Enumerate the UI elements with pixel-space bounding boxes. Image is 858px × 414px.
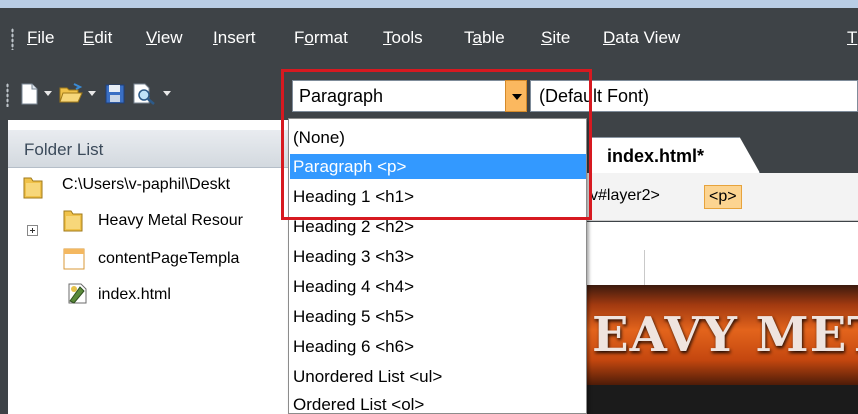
open-folder-icon[interactable] [58,82,84,106]
dropdown-option-heading-3[interactable]: Heading 3 <h3> [290,244,586,269]
template-page-icon [63,248,85,270]
dropdown-option-unordered-list[interactable]: Unordered List <ul> [290,364,586,389]
tag-crumb-layer2[interactable]: v#layer2> [586,185,664,207]
save-icon[interactable] [104,82,126,106]
tree-expand-icon[interactable] [27,225,38,236]
menu-data-view[interactable]: Data View [603,28,680,48]
menu-grip[interactable] [11,28,14,50]
new-page-icon[interactable] [18,82,40,106]
tree-item-index-html[interactable]: index.html [98,286,171,304]
tree-item-content-page-template[interactable]: contentPageTempla [98,250,239,268]
heavy-metal-banner-image: EAVY MET [586,285,858,385]
menu-tools[interactable]: Tools [383,28,423,48]
dropdown-option-heading-4[interactable]: Heading 4 <h4> [290,274,586,299]
menu-truncated[interactable]: T [847,28,857,48]
menu-view[interactable]: View [146,28,183,48]
menu-bar: File Edit View Insert Format Tools Table… [0,8,858,70]
menu-file[interactable]: File [27,28,54,48]
folder-list-header: Folder List [8,130,292,168]
html-file-icon [68,283,87,304]
window-top-strip [0,0,858,8]
banner-bottom-strip [586,385,858,414]
toolbar-grip[interactable] [6,83,9,107]
preview-dropdown-arrow-icon[interactable] [163,91,171,96]
dropdown-option-heading-5[interactable]: Heading 5 <h5> [290,304,586,329]
menu-edit[interactable]: Edit [83,28,112,48]
red-highlight-annotation [281,69,592,220]
tab-index-html[interactable]: index.html* [590,137,760,173]
tab-label: index.html* [607,146,705,166]
panel-left-edge [0,120,8,414]
dropdown-option-ordered-list[interactable]: Ordered List <ol> [290,392,586,413]
menu-table[interactable]: Table [464,28,505,48]
tree-item-heavy-metal[interactable]: Heavy Metal Resour [98,212,243,230]
menu-site[interactable]: Site [541,28,570,48]
root-folder-icon [23,177,43,199]
new-dropdown-arrow-icon[interactable] [44,91,52,96]
folder-icon [63,210,83,232]
folder-list-title: Folder List [24,140,104,159]
dropdown-option-heading-6[interactable]: Heading 6 <h6> [290,334,586,359]
menu-insert[interactable]: Insert [213,28,256,48]
banner-text: EAVY MET [592,307,858,363]
preview-icon[interactable] [131,82,157,106]
tree-root-path[interactable]: C:\Users\v-paphil\Deskt [62,176,230,194]
layout-guide-line [644,250,645,285]
menu-format[interactable]: Format [294,28,348,48]
open-dropdown-arrow-icon[interactable] [88,91,96,96]
tag-crumb-p[interactable]: <p> [704,185,742,209]
